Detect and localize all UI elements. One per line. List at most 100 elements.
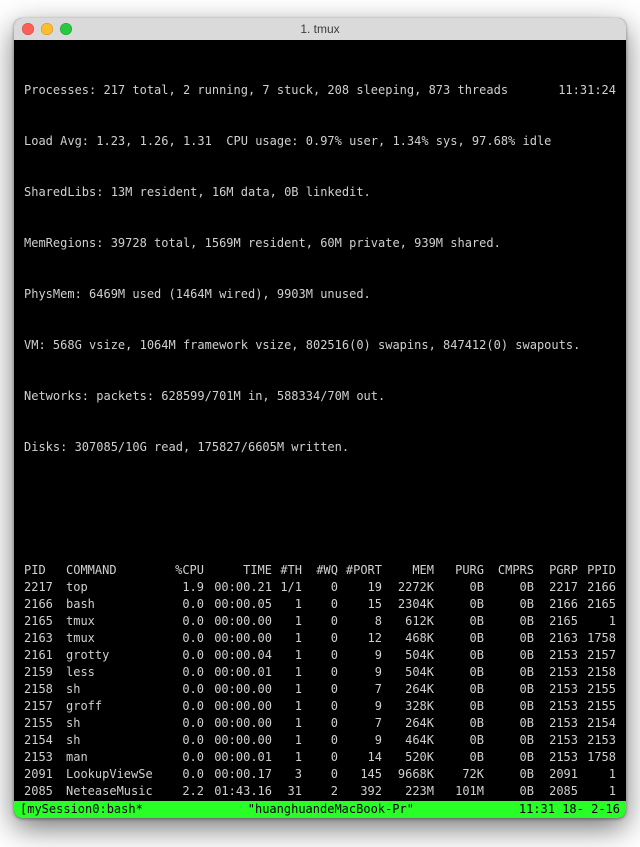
table-row: 2217top1.900:00.211/10192272K0B0B2217216… [24, 579, 616, 596]
cell-pgrp: 2153 [534, 715, 578, 732]
table-row: 2085NeteaseMusic2.201:43.16312392223M101… [24, 783, 616, 800]
cell-wq: 0 [302, 630, 338, 647]
cell-ppid: 1 [578, 613, 616, 630]
cell-th: 1 [272, 664, 302, 681]
memreg-line: MemRegions: 39728 total, 1569M resident,… [24, 235, 616, 252]
cell-purg: 0B [434, 681, 484, 698]
cell-ppid: 2154 [578, 715, 616, 732]
cell-cpu: 0.0 [166, 766, 204, 783]
cell-purg: 0B [434, 749, 484, 766]
column-header: CMPRS [484, 562, 534, 579]
table-row: 2153man0.000:00.011014520K0B0B21531758 [24, 749, 616, 766]
cell-mem: 464K [382, 732, 434, 749]
cell-pid: 2165 [24, 613, 66, 630]
cell-purg: 0B [434, 613, 484, 630]
table-row: 2157groff0.000:00.00109328K0B0B21532155 [24, 698, 616, 715]
cell-mem: 2304K [382, 596, 434, 613]
column-header: TIME [204, 562, 272, 579]
cell-cmprs: 0B [484, 630, 534, 647]
cell-port: 40 [338, 800, 382, 801]
cell-wq: 0 [302, 715, 338, 732]
disk-line: Disks: 307085/10G read, 175827/6605M wri… [24, 439, 616, 456]
cell-mem: 504K [382, 647, 434, 664]
cell-port: 19 [338, 579, 382, 596]
cell-th: 3 [272, 766, 302, 783]
cell-purg: 0B [434, 698, 484, 715]
cell-purg: 0B [434, 800, 484, 801]
cell-ppid: 1 [578, 783, 616, 800]
cell-port: 9 [338, 698, 382, 715]
shared-line: SharedLibs: 13M resident, 16M data, 0B l… [24, 184, 616, 201]
cell-th: 2 [272, 800, 302, 801]
cell-wq: 0 [302, 681, 338, 698]
cell-time: 00:00.17 [204, 766, 272, 783]
cell-cmprs: 0B [484, 783, 534, 800]
cell-port: 7 [338, 715, 382, 732]
cell-purg: 0B [434, 715, 484, 732]
process-table: PIDCOMMAND%CPUTIME#TH#WQ#PORTMEMPURGCMPR… [24, 562, 616, 801]
cell-wq: 2 [302, 783, 338, 800]
table-row: 2084QuickLookSat0.000:00.2020402484K0B0B… [24, 800, 616, 801]
tmux-statusbar[interactable]: [mySession0:bash* "huanghuandeMacBook-Pr… [14, 801, 626, 818]
cell-ppid: 1758 [578, 630, 616, 647]
cell-ppid: 2158 [578, 664, 616, 681]
column-header: PGRP [534, 562, 578, 579]
table-row: 2155sh0.000:00.00107264K0B0B21532154 [24, 715, 616, 732]
cell-mem: 520K [382, 749, 434, 766]
cell-cpu: 0.0 [166, 664, 204, 681]
cell-mem: 264K [382, 681, 434, 698]
cell-wq: 0 [302, 732, 338, 749]
cell-cmd: tmux [66, 630, 166, 647]
cell-port: 392 [338, 783, 382, 800]
cell-pgrp: 2153 [534, 749, 578, 766]
window-titlebar[interactable]: 1. tmux [14, 18, 626, 40]
cell-mem: 468K [382, 630, 434, 647]
cell-mem: 2484K [382, 800, 434, 801]
cell-port: 145 [338, 766, 382, 783]
cell-time: 00:00.04 [204, 647, 272, 664]
column-header: COMMAND [66, 562, 166, 579]
cell-ppid: 2153 [578, 732, 616, 749]
cell-cmd: man [66, 749, 166, 766]
table-row: 2163tmux0.000:00.001012468K0B0B21631758 [24, 630, 616, 647]
cell-pid: 2091 [24, 766, 66, 783]
table-row: 2154sh0.000:00.00109464K0B0B21532153 [24, 732, 616, 749]
table-row: 2165tmux0.000:00.00108612K0B0B21651 [24, 613, 616, 630]
cell-purg: 0B [434, 596, 484, 613]
cell-time: 00:00.00 [204, 715, 272, 732]
cell-time: 00:00.00 [204, 613, 272, 630]
cell-ppid: 2155 [578, 681, 616, 698]
cell-cmd: tmux [66, 613, 166, 630]
cell-pgrp: 2217 [534, 579, 578, 596]
cell-time: 00:00.05 [204, 596, 272, 613]
column-header: PPID [578, 562, 616, 579]
cell-th: 1/1 [272, 579, 302, 596]
cell-ppid: 2155 [578, 698, 616, 715]
statusbar-host: "huanghuandeMacBook-Pr" [143, 801, 519, 818]
cell-wq: 0 [302, 579, 338, 596]
cell-pgrp: 2153 [534, 681, 578, 698]
cell-ppid: 2166 [578, 579, 616, 596]
terminal-content[interactable]: Processes: 217 total, 2 running, 7 stuck… [14, 40, 626, 801]
window-title: 1. tmux [14, 22, 626, 36]
cell-th: 1 [272, 613, 302, 630]
column-header: #PORT [338, 562, 382, 579]
cell-ppid: 1 [578, 800, 616, 801]
cell-purg: 72K [434, 766, 484, 783]
cell-mem: 612K [382, 613, 434, 630]
cell-purg: 101M [434, 783, 484, 800]
cell-cmd: LookupViewSe [66, 766, 166, 783]
vm-line: VM: 568G vsize, 1064M framework vsize, 8… [24, 337, 616, 354]
statusbar-time: 11:31 18- 2-16 [519, 801, 620, 818]
load-line: Load Avg: 1.23, 1.26, 1.31 CPU usage: 0.… [24, 133, 616, 150]
cell-th: 1 [272, 749, 302, 766]
cell-cpu: 0.0 [166, 698, 204, 715]
cell-cpu: 2.2 [166, 783, 204, 800]
cell-cmd: bash [66, 596, 166, 613]
cell-cmd: QuickLookSat [66, 800, 166, 801]
cell-purg: 0B [434, 732, 484, 749]
cell-time: 00:00.00 [204, 698, 272, 715]
cell-cmprs: 0B [484, 579, 534, 596]
cell-purg: 0B [434, 664, 484, 681]
cell-ppid: 1 [578, 766, 616, 783]
